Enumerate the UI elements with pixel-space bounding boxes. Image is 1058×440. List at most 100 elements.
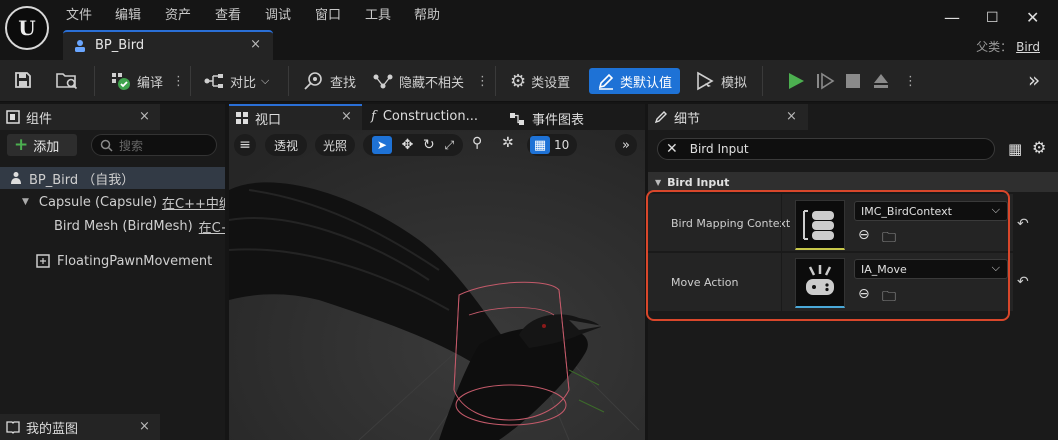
tab-event-graph-label: 事件图表 [532,113,585,128]
details-panel-header: 细节 × [648,104,1058,130]
grid-snap-icon[interactable]: ▦ [530,136,550,154]
toolbar-separator [762,66,763,96]
tree-item-label: Capsule (Capsule) [38,194,158,210]
chevron-down-icon: ⌵ [261,74,270,87]
unreal-logo-icon[interactable]: U [5,6,49,50]
details-close-icon[interactable]: × [786,109,797,124]
mapping-context-thumbnail[interactable] [795,200,845,250]
main-toolbar: 编译 ⋮ 对比 ⌵ 查找 隐藏不相关 ⋮ ⚙ 类设置 类默认值 模拟 ⋮ » [0,60,1058,102]
grid-size-value[interactable]: 10 [554,138,569,152]
select-tool-icon[interactable]: ➤ [371,136,392,154]
hide-unrelated-button[interactable]: 隐藏不相关 [372,68,464,94]
menu-tools[interactable]: 工具 [365,4,391,23]
coordinate-system-icon[interactable]: ⚲ [472,135,482,151]
add-component-button[interactable]: + 添加 [7,134,77,156]
viewport-tab-close-icon[interactable]: × [341,109,352,124]
my-blueprint-close-icon[interactable]: × [139,419,150,434]
tree-item-floating-pawn-movement[interactable]: FloatingPawnMovement [0,250,225,272]
browse-asset-icon[interactable]: 🗀 [882,286,896,310]
my-blueprint-tab[interactable]: 我的蓝图 [0,414,160,440]
compile-options-kebab-icon[interactable]: ⋮ [172,68,185,94]
tree-item-note[interactable]: 在C++ [199,217,225,236]
perspective-button[interactable]: 透视 [265,134,307,156]
tab-construction-label: Construction... [382,109,478,124]
tree-item-note[interactable]: 在C++中编 [162,193,225,212]
property-matrix-icon[interactable]: ▦ [1008,140,1022,158]
tree-item-bird-mesh[interactable]: Bird Mesh (BirdMesh) 在C++ [0,215,225,237]
asset-tab-bp-bird[interactable]: BP_Bird × [63,30,273,60]
reset-to-default-icon[interactable]: ↶ [1017,216,1029,232]
asset-tab-close-icon[interactable]: × [250,37,261,52]
clear-search-icon[interactable]: ✕ [666,141,678,157]
function-icon: f [371,109,376,124]
lighting-button[interactable]: 光照 [315,134,355,156]
scale-tool-icon[interactable]: ⤢ [444,138,454,153]
menu-help[interactable]: 帮助 [414,4,440,23]
details-search-value: Bird Input [689,142,749,156]
details-search-input[interactable]: ✕ Bird Input [657,138,995,160]
reset-to-default-icon[interactable]: ↶ [1017,274,1029,290]
browse-icon[interactable] [56,70,78,90]
class-defaults-icon [598,73,614,90]
move-action-dropdown[interactable]: IA_Move ⌵ [854,259,1008,279]
property-label: Move Action [671,276,739,289]
components-close-icon[interactable]: × [139,109,150,124]
use-selected-asset-icon[interactable]: ⊖ [858,286,870,302]
viewport-icon [236,112,248,124]
play-options-kebab-icon[interactable]: ⋮ [904,68,917,94]
tab-event-graph[interactable]: 事件图表 [509,109,584,128]
menu-view[interactable]: 查看 [215,4,241,23]
tree-item-capsule[interactable]: ▼ Capsule (Capsule) 在C++中编 [0,191,225,213]
movement-component-icon [36,254,50,268]
search-icon [100,139,113,152]
viewport-menu-icon[interactable]: ≡ [234,134,256,156]
property-row-mapping-context: Bird Mapping Context IMC_BirdContext ⌵ ⊖… [648,194,1013,252]
property-label: Bird Mapping Context [671,217,791,230]
viewport-tab-bar: 视口 × f Construction... 事件图表 [229,104,645,130]
tree-item-self[interactable]: BP_Bird （自我） [0,167,225,189]
details-settings-gear-icon[interactable]: ⚙ [1032,138,1046,157]
mapping-context-dropdown[interactable]: IMC_BirdContext ⌵ [854,201,1008,221]
find-options-kebab-icon[interactable]: ⋮ [476,68,489,94]
minimize-button[interactable]: — [944,8,960,27]
class-settings-button[interactable]: ⚙ 类设置 [510,68,570,94]
viewport-overflow-icon[interactable]: » [615,134,637,156]
parent-class-link[interactable]: Bird [1016,40,1040,54]
toolbar-overflow-icon[interactable]: » [1028,68,1040,92]
use-selected-asset-icon[interactable]: ⊖ [858,227,870,243]
translate-tool-icon[interactable]: ✥ [402,137,414,153]
rotate-tool-icon[interactable]: ↻ [423,137,435,153]
grid-snap-control[interactable]: ▦ 10 [527,134,577,156]
property-row-move-action: Move Action IA_Move ⌵ ⊖ 🗀 [648,253,1013,311]
eject-icon[interactable] [871,71,891,91]
find-button[interactable]: 查找 [303,68,356,94]
asset-tab-label: BP_Bird [95,38,145,53]
class-defaults-label: 类默认值 [620,75,673,91]
viewport-scene[interactable]: ≡ 透视 光照 ➤ ✥ ↻ ⤢ ⚲ ✲ ▦ 10 » [229,130,645,440]
menu-debug[interactable]: 调试 [265,4,291,23]
components-search-input[interactable]: 搜索 [91,134,217,156]
components-tab[interactable]: 组件 [0,104,160,130]
category-bird-input[interactable]: ▼ Bird Input [648,172,1058,192]
step-icon[interactable] [815,71,835,91]
move-action-thumbnail[interactable] [795,258,845,308]
close-window-button[interactable]: ✕ [1026,8,1039,27]
diff-button[interactable]: 对比 ⌵ [203,68,269,94]
parent-class: 父类： Bird [976,38,1040,55]
components-panel: 组件 × + 添加 搜索 BP_Bird （自我） ▼ Capsule (Cap… [0,104,225,440]
class-defaults-button[interactable]: 类默认值 [589,68,681,94]
play-icon[interactable] [786,71,806,91]
stop-icon[interactable] [844,72,862,90]
maximize-button[interactable]: ☐ [986,10,999,26]
menu-window[interactable]: 窗口 [315,4,341,23]
compile-button[interactable]: 编译 [110,68,163,94]
save-icon[interactable] [14,71,32,89]
menu-file[interactable]: 文件 [66,4,92,23]
tab-construction-script[interactable]: f Construction... [371,109,478,124]
menu-asset[interactable]: 资产 [165,4,191,23]
details-tab[interactable]: 细节 [648,104,808,130]
browse-asset-icon[interactable]: 🗀 [882,227,896,251]
simulate-button[interactable]: 模拟 [696,68,747,94]
menu-edit[interactable]: 编辑 [115,4,141,23]
surface-snapping-icon[interactable]: ✲ [502,135,514,151]
